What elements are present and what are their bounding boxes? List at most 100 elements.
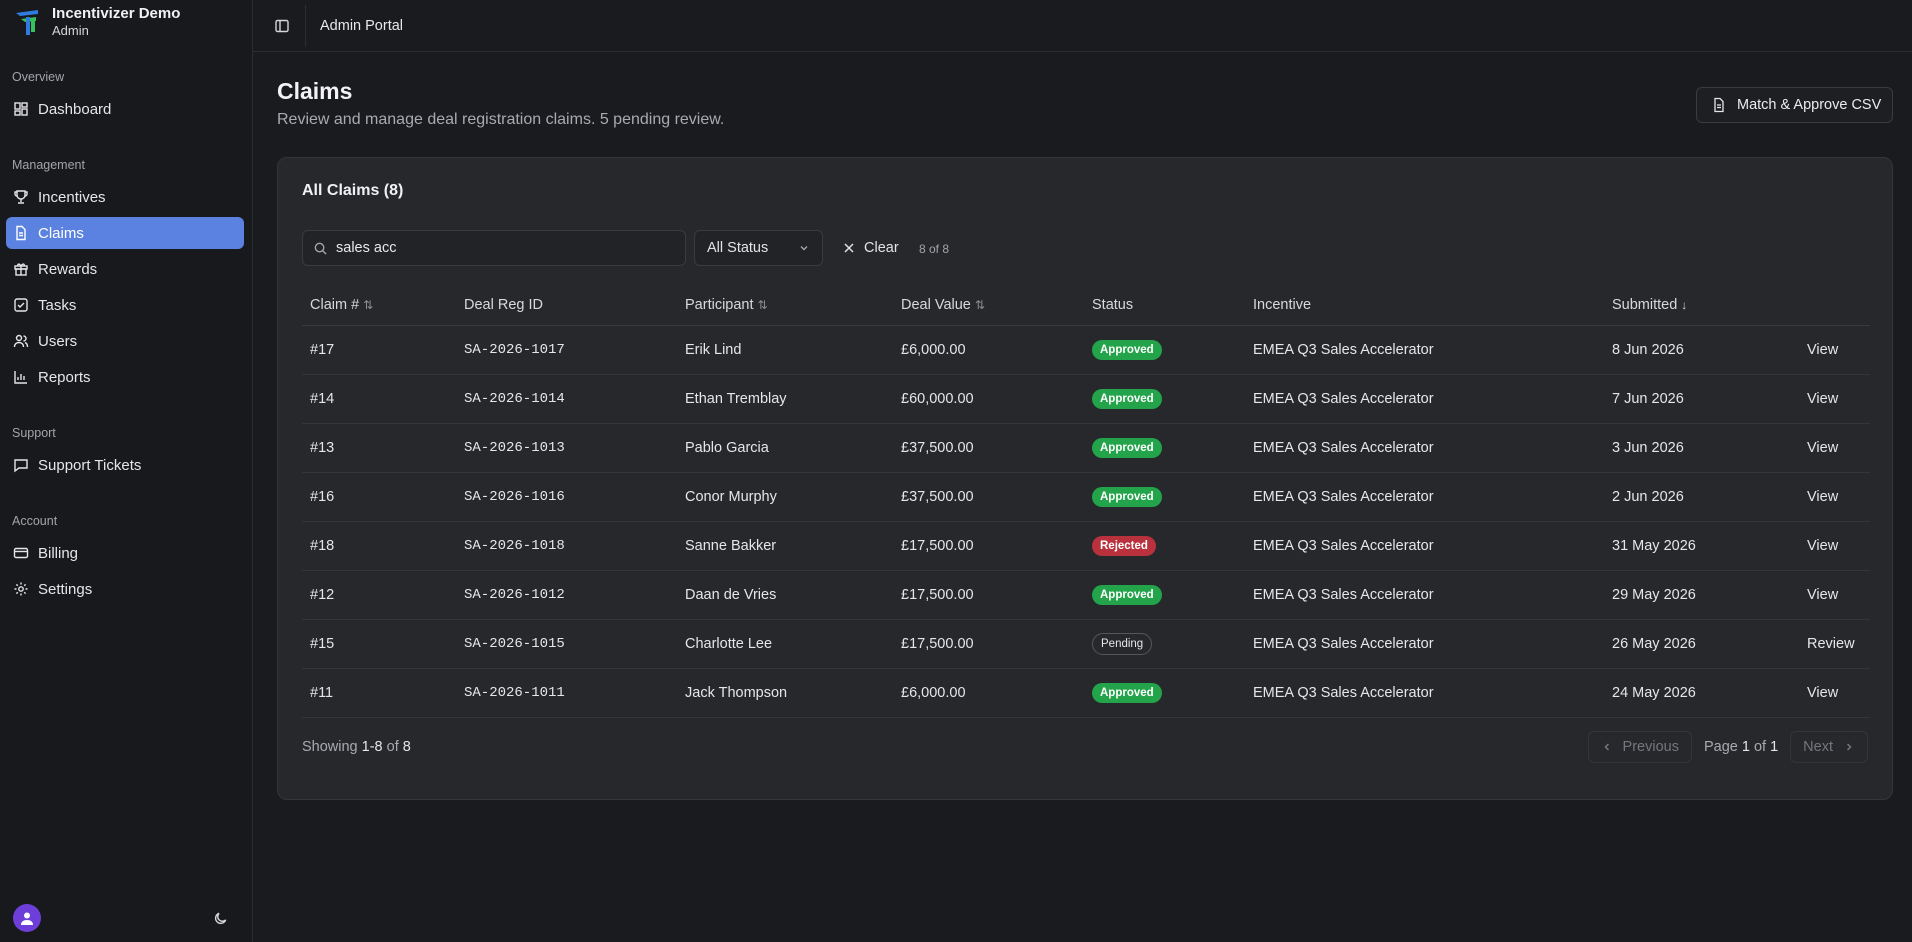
cell-action[interactable]: View (1799, 570, 1870, 620)
sidebar-item-claims[interactable]: Claims (6, 217, 244, 249)
table-row: #11 SA-2026-1011 Jack Thompson £6,000.00 App… (302, 668, 1870, 718)
brand[interactable]: Incentivizer Demo Admin (12, 5, 180, 41)
sidebar-item-reports[interactable]: Reports (6, 361, 244, 393)
theme-toggle-button[interactable] (210, 908, 230, 928)
cell-participant-text: Jack Thompson (685, 684, 788, 701)
previous-label: Previous (1622, 739, 1679, 755)
cell-claim-number: #17 (302, 325, 456, 375)
status-filter-select[interactable]: All Status (694, 230, 823, 266)
cell-participant-text: Conor Murphy (685, 488, 777, 505)
nav-group-support: Support (12, 426, 56, 440)
app-name: Incentivizer Demo (52, 5, 181, 22)
sidebar-item-support-tickets[interactable]: Support Tickets (6, 449, 244, 481)
cell-claim-number: #16 (302, 472, 456, 522)
previous-page-button[interactable]: Previous (1587, 731, 1692, 763)
match-approve-csv-button[interactable]: Match & Approve CSV (1696, 87, 1893, 123)
status-badge: Approved (1092, 339, 1162, 360)
toggle-sidebar-button[interactable] (258, 4, 306, 47)
bar-chart-icon (14, 371, 27, 384)
cell-participant: Sanne Bakker (677, 521, 893, 571)
file-icon (16, 225, 26, 241)
cell-action[interactable]: View (1799, 374, 1870, 424)
view-link[interactable]: View (1807, 538, 1838, 554)
cell-deal-reg-id-text: SA-2026-1014 (464, 390, 565, 407)
sidebar-item-incentives[interactable]: Incentives (6, 181, 244, 213)
view-link[interactable]: View (1807, 342, 1838, 358)
search-input[interactable] (336, 240, 666, 256)
next-label: Next (1803, 739, 1833, 755)
cell-participant: Conor Murphy (677, 472, 893, 522)
view-link[interactable]: View (1807, 685, 1838, 701)
sidebar-item-dashboard[interactable]: Dashboard (6, 93, 244, 125)
cell-submitted-text: 8 Jun 2026 (1612, 341, 1684, 358)
cell-submitted-text: 7 Jun 2026 (1612, 390, 1684, 407)
cell-claim-number: #18 (302, 521, 456, 571)
cell-status: Rejected (1084, 521, 1245, 571)
table-row: #16 SA-2026-1016 Conor Murphy £37,500.00 App… (302, 472, 1870, 522)
cell-action[interactable]: View (1799, 668, 1870, 718)
sidebar-item-tasks[interactable]: Tasks (6, 289, 244, 321)
cell-incentive-text: EMEA Q3 Sales Accelerator (1253, 341, 1434, 358)
sidebar-item-label: Rewards (38, 260, 98, 278)
status-badge: Approved (1092, 584, 1162, 605)
cell-claim-number: #11 (302, 668, 456, 718)
cell-status: Approved (1084, 374, 1245, 424)
cell-submitted-text: 26 May 2026 (1612, 635, 1696, 652)
claims-card: All Claims (8) All Status Clear 8 of 8 C… (277, 157, 1893, 800)
next-page-button[interactable]: Next (1790, 731, 1868, 763)
cell-status: Approved (1084, 423, 1245, 473)
avatar[interactable] (13, 904, 41, 932)
col-participant[interactable]: Participant ⇅ (677, 285, 893, 326)
status-badge: Pending (1092, 632, 1153, 655)
sort-desc-icon: ↓ (1681, 297, 1688, 312)
cell-incentive: EMEA Q3 Sales Accelerator (1245, 619, 1604, 669)
cell-claim-number-text: #15 (310, 635, 335, 652)
cell-participant-text: Pablo Garcia (685, 439, 769, 456)
view-link[interactable]: View (1807, 391, 1838, 407)
col-label: Submitted (1612, 296, 1678, 313)
clear-label: Clear (864, 240, 899, 256)
sidebar-item-settings[interactable]: Settings (6, 573, 244, 605)
users-icon (13, 334, 29, 348)
cell-deal-value-text: £6,000.00 (901, 341, 966, 358)
review-link[interactable]: Review (1807, 636, 1855, 652)
cell-action[interactable]: Review (1799, 619, 1870, 669)
col-label: Status (1092, 296, 1134, 313)
cell-status: Approved (1084, 570, 1245, 620)
search-box[interactable] (302, 230, 686, 266)
cell-deal-value: £17,500.00 (893, 521, 1084, 571)
cell-incentive: EMEA Q3 Sales Accelerator (1245, 521, 1604, 571)
cell-action[interactable]: View (1799, 521, 1870, 571)
cell-deal-value: £17,500.00 (893, 619, 1084, 669)
cell-incentive-text: EMEA Q3 Sales Accelerator (1253, 537, 1434, 554)
cell-submitted-text: 2 Jun 2026 (1612, 488, 1684, 505)
cell-submitted: 7 Jun 2026 (1604, 374, 1799, 424)
col-label: Deal Value (901, 296, 971, 313)
cell-action[interactable]: View (1799, 423, 1870, 473)
sidebar-item-rewards[interactable]: Rewards (6, 253, 244, 285)
col-deal-value[interactable]: Deal Value ⇅ (893, 285, 1084, 326)
cell-claim-number-text: #16 (310, 488, 335, 505)
sidebar-item-label: Claims (38, 224, 84, 242)
cell-deal-value: £37,500.00 (893, 423, 1084, 473)
search-icon (314, 242, 327, 255)
page-indicator: Page 1 of 1 (1704, 739, 1778, 755)
view-link[interactable]: View (1807, 489, 1838, 505)
cell-deal-value: £17,500.00 (893, 570, 1084, 620)
view-link[interactable]: View (1807, 587, 1838, 603)
status-badge: Approved (1092, 486, 1162, 507)
table-row: #17 SA-2026-1017 Erik Lind £6,000.00 Approve… (302, 325, 1870, 375)
cell-action[interactable]: View (1799, 472, 1870, 522)
cell-claim-number: #13 (302, 423, 456, 473)
cell-action[interactable]: View (1799, 325, 1870, 375)
cell-participant: Ethan Tremblay (677, 374, 893, 424)
view-link[interactable]: View (1807, 440, 1838, 456)
sidebar-item-label: Support Tickets (38, 456, 142, 474)
clear-filters-button[interactable]: Clear (842, 230, 899, 266)
sidebar-item-users[interactable]: Users (6, 325, 244, 357)
page-subtitle: Review and manage deal registration clai… (277, 111, 725, 128)
sidebar-item-billing[interactable]: Billing (6, 537, 244, 569)
col-submitted[interactable]: Submitted ↓ (1604, 285, 1799, 326)
topbar: Admin Portal (253, 0, 1912, 52)
col-claim-number[interactable]: Claim # ⇅ (302, 285, 456, 326)
